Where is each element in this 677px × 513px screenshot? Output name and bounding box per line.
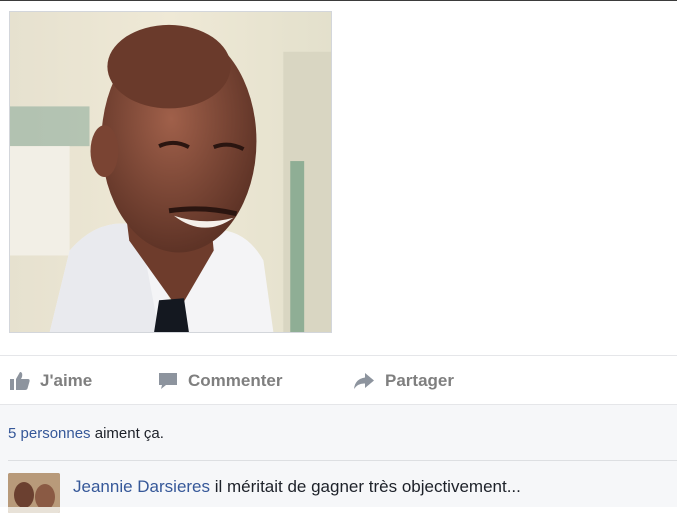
like-summary-text: 5 personnes aiment ça. [8,425,164,442]
portrait-image [10,12,331,332]
likes-suffix: aiment ça. [90,425,164,442]
thumbs-up-icon [10,371,30,390]
action-bar: J'aime Commenter Partager [0,356,677,405]
share-arrow-icon [354,372,374,389]
comment-author-link[interactable]: Jeannie Darsieres [73,477,210,496]
commenter-avatar[interactable] [8,473,60,513]
comment-row: Jeannie Darsieres il méritait de gagner … [0,461,677,513]
avatar-image [8,473,60,513]
likers-link[interactable]: 5 personnes [8,425,91,442]
comment-button[interactable]: Commenter [157,356,282,405]
share-button[interactable]: Partager [352,356,454,405]
comment-icon [159,372,177,389]
top-border [0,0,677,1]
comment-label: Commenter [188,370,283,390]
like-summary: 5 personnes aiment ça. [0,405,677,461]
comment-text: Jeannie Darsieres il méritait de gagner … [73,477,521,497]
like-label: J'aime [40,370,93,390]
like-button[interactable]: J'aime [9,356,92,405]
share-label: Partager [385,370,454,390]
post-photo[interactable] [9,11,332,333]
comment-body: il méritait de gagner très objectivement… [210,477,521,496]
